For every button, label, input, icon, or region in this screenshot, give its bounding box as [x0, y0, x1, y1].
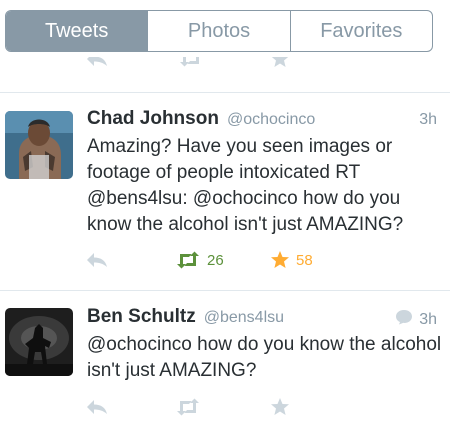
tweet-actions: [0, 397, 450, 421]
reply-icon[interactable]: [86, 399, 108, 415]
tab-photos[interactable]: Photos: [147, 11, 289, 51]
tweet-header: Ben Schultz @bens4lsu 3h: [87, 306, 437, 332]
profile-tabs: Tweets Photos Favorites: [5, 10, 433, 52]
reply-icon[interactable]: [86, 57, 108, 67]
retweet-icon: [175, 251, 201, 269]
tweet-header: Chad Johnson @ochocinco 3h: [87, 108, 437, 134]
speech-bubble-icon: [395, 309, 413, 330]
retweet-button[interactable]: 26: [175, 251, 224, 269]
favorite-star-icon: [270, 250, 290, 270]
retweet-icon[interactable]: [178, 57, 204, 67]
tab-favorites[interactable]: Favorites: [289, 11, 432, 51]
user-name[interactable]: Ben Schultz: [87, 306, 196, 328]
favorite-star-icon[interactable]: [270, 397, 290, 417]
user-name[interactable]: Chad Johnson: [87, 108, 219, 130]
favorite-button[interactable]: 58: [270, 250, 313, 270]
tweet-actions: 26 58: [0, 250, 450, 274]
avatar[interactable]: [5, 111, 73, 179]
user-handle[interactable]: @bens4lsu: [204, 309, 284, 327]
avatar[interactable]: [5, 308, 73, 376]
tweet-text: Amazing? Have you seen images or footage…: [87, 136, 404, 235]
tab-tweets[interactable]: Tweets: [6, 11, 148, 51]
tweet-text: @ochocinco how do you know the alcohol i…: [87, 334, 442, 381]
user-handle[interactable]: @ochocinco: [227, 111, 315, 129]
favorite-star-icon[interactable]: [270, 57, 290, 69]
reply-icon[interactable]: [86, 252, 108, 268]
retweet-icon[interactable]: [175, 398, 201, 416]
tweet-item[interactable]: Chad Johnson @ochocinco 3h Amazing? Have…: [0, 93, 450, 290]
favorite-count: 58: [296, 251, 313, 269]
retweet-count: 26: [207, 251, 224, 269]
tweet-item[interactable]: Ben Schultz @bens4lsu 3h @ochocinco how …: [0, 291, 450, 435]
previous-tweet-actions: [0, 57, 450, 75]
timestamp: 3h: [395, 309, 437, 330]
timestamp: 3h: [419, 111, 437, 128]
